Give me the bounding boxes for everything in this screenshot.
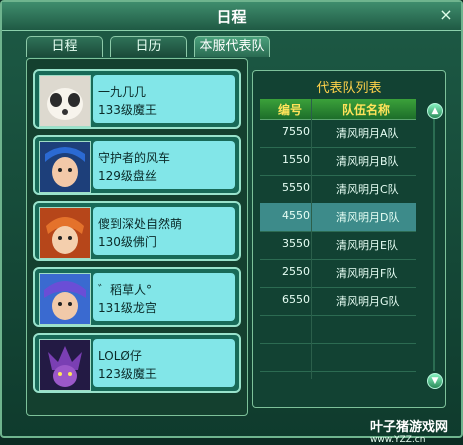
member-name: LOLØ仔: [98, 349, 142, 363]
avatar: [39, 207, 91, 259]
avatar: [39, 273, 91, 325]
scrollbar[interactable]: ▲ ▼: [427, 103, 443, 389]
team-id: 1550: [282, 153, 310, 166]
tab-server-team[interactable]: 本服代表队: [194, 36, 270, 57]
tab-calendar[interactable]: 日历: [110, 36, 187, 57]
window-title: 日程: [216, 8, 247, 26]
team-name: 清风明月F队: [336, 267, 398, 280]
team-id: 5550: [282, 181, 310, 194]
table-row: [260, 343, 416, 372]
table-row[interactable]: 3550 清风明月E队: [260, 231, 416, 260]
team-id: 6550: [282, 293, 310, 306]
table-row[interactable]: 6550 清风明月G队: [260, 287, 416, 316]
member-level: 130级佛门: [98, 235, 157, 249]
member-info: 守护者的风车 129级盘丝: [93, 141, 235, 189]
member-card[interactable]: 傻到深处自然萌 130级佛门: [33, 201, 241, 261]
table-row: [260, 315, 416, 344]
team-name: 清风明月B队: [336, 155, 399, 168]
member-level: 129级盘丝: [98, 169, 157, 183]
team-name: 清风明月G队: [336, 295, 400, 308]
avatar: [39, 141, 91, 193]
team-name: 清风明月E队: [336, 239, 398, 252]
table-row[interactable]: 2550 清风明月F队: [260, 259, 416, 288]
watermark-url: www.YZZ.cn: [370, 435, 426, 445]
watermark: 叶子猪游戏网 www.YZZ.cn: [370, 416, 448, 445]
member-name: 傻到深处自然萌: [98, 217, 183, 231]
scroll-track[interactable]: [433, 119, 435, 371]
member-info: LOLØ仔 123级魔王: [93, 339, 235, 387]
tab-schedule[interactable]: 日程: [26, 36, 103, 57]
scroll-up-icon[interactable]: ▲: [427, 103, 443, 119]
team-id: 7550: [282, 125, 310, 138]
member-info: 一九几几 133级魔王: [93, 75, 235, 123]
member-card[interactable]: 一九几几 133级魔王: [33, 69, 241, 129]
table-row[interactable]: 7550 清风明月A队: [260, 119, 416, 148]
member-card[interactable]: LOLØ仔 123级魔王: [33, 333, 241, 393]
team-list-panel: 代表队列表 编号 队伍名称 7550 清风明月A队 1550 清风明月B队 55…: [252, 70, 446, 408]
table-row[interactable]: 5550 清风明月C队: [260, 175, 416, 204]
member-card[interactable]: ゛稻草人° 131级龙宫: [33, 267, 241, 327]
column-divider: [311, 99, 312, 379]
scroll-down-icon[interactable]: ▼: [427, 373, 443, 389]
table-row[interactable]: 1550 清风明月B队: [260, 147, 416, 176]
member-name: 一九几几: [98, 85, 147, 99]
team-list-title: 代表队列表: [316, 81, 382, 96]
team-id: 4550: [282, 209, 310, 222]
member-level: 123级魔王: [98, 367, 157, 381]
watermark-main: 叶子猪游戏网: [370, 420, 449, 435]
team-name: 清风明月A队: [336, 127, 399, 140]
column-team-name: 队伍名称: [342, 103, 391, 117]
team-id: 3550: [282, 237, 310, 250]
member-name: ゛稻草人°: [98, 283, 153, 297]
member-level: 133级魔王: [98, 103, 157, 117]
close-icon[interactable]: ×: [437, 6, 455, 24]
team-id: 2550: [282, 265, 310, 278]
member-level: 131级龙宫: [98, 301, 157, 315]
team-name: 清风明月C队: [336, 183, 399, 196]
team-name: 清风明月D队: [336, 211, 400, 224]
column-id: 编号: [278, 103, 303, 117]
member-panel: 一九几几 133级魔王 守护者的风车 129级盘丝 傻到深处自然萌 130级佛门: [26, 58, 248, 416]
member-info: ゛稻草人° 131级龙宫: [93, 273, 235, 321]
avatar: [39, 339, 91, 391]
member-card[interactable]: 守护者的风车 129级盘丝: [33, 135, 241, 195]
avatar: [39, 75, 91, 127]
title-bar: 日程 ×: [2, 2, 461, 31]
team-list-header: 编号 队伍名称: [260, 99, 416, 120]
member-name: 守护者的风车: [98, 151, 171, 165]
table-row-selected[interactable]: 4550 清风明月D队: [260, 203, 416, 232]
member-info: 傻到深处自然萌 130级佛门: [93, 207, 235, 255]
window: 日程 × 日程 日历 本服代表队 一九几几 133级魔王 守护者的风车 129级…: [0, 0, 463, 445]
